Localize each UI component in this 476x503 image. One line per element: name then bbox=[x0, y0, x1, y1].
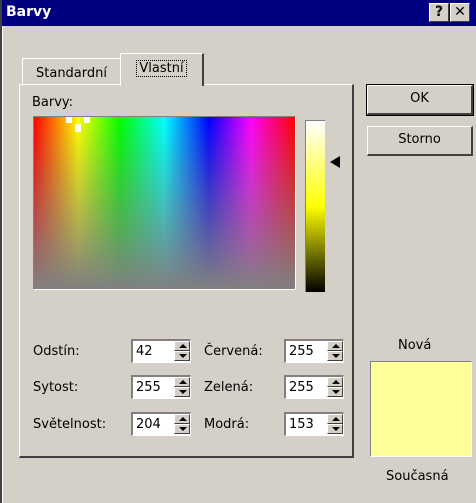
close-button[interactable]: ✕ bbox=[450, 3, 470, 22]
window-left-highlight bbox=[2, 26, 3, 503]
current-color-label: Současná bbox=[386, 469, 449, 484]
hue-up-button[interactable] bbox=[174, 341, 190, 351]
arrow-up-icon bbox=[179, 417, 187, 421]
red-up-button[interactable] bbox=[327, 341, 343, 351]
saturation-value[interactable]: 255 bbox=[136, 380, 161, 395]
blue-value[interactable]: 153 bbox=[289, 417, 314, 432]
ok-button[interactable]: OK bbox=[366, 84, 474, 116]
tab-standard-label: Standardní bbox=[36, 66, 107, 81]
blue-label: Modrá: bbox=[204, 417, 250, 432]
spectrum-crosshair-bottom bbox=[75, 124, 81, 132]
luminance-slider[interactable] bbox=[305, 120, 325, 292]
hue-value[interactable]: 42 bbox=[136, 344, 153, 359]
arrow-down-icon bbox=[332, 354, 340, 358]
arrow-down-icon bbox=[179, 390, 187, 394]
help-icon: ? bbox=[434, 4, 444, 20]
green-down-button[interactable] bbox=[327, 387, 343, 397]
hue-down-button[interactable] bbox=[174, 351, 190, 361]
color-preview-swatch bbox=[370, 361, 472, 457]
colors-label: Barvy: bbox=[32, 95, 74, 110]
blue-spinbox[interactable]: 153 bbox=[284, 412, 344, 436]
help-button[interactable]: ? bbox=[429, 3, 449, 22]
title-bar[interactable]: Barvy ? ✕ bbox=[2, 0, 476, 26]
saturation-down-button[interactable] bbox=[174, 387, 190, 397]
red-down-button[interactable] bbox=[327, 351, 343, 361]
saturation-up-button[interactable] bbox=[174, 377, 190, 387]
red-value[interactable]: 255 bbox=[289, 344, 314, 359]
saturation-label: Sytost: bbox=[33, 380, 79, 395]
arrow-up-icon bbox=[332, 380, 340, 384]
arrow-up-icon bbox=[179, 344, 187, 348]
red-label: Červená: bbox=[204, 344, 263, 359]
arrow-up-icon bbox=[179, 380, 187, 384]
luminance-down-button[interactable] bbox=[174, 424, 190, 434]
hue-spinbox[interactable]: 42 bbox=[131, 339, 191, 363]
color-dialog: Barvy ? ✕ Standardní Vlastní Barvy: Odst… bbox=[0, 0, 476, 503]
tab-custom[interactable]: Vlastní bbox=[120, 53, 204, 86]
arrow-down-icon bbox=[332, 427, 340, 431]
hue-label: Odstín: bbox=[33, 344, 80, 359]
green-up-button[interactable] bbox=[327, 377, 343, 387]
cancel-button[interactable]: Storno bbox=[367, 126, 473, 156]
tab-custom-label: Vlastní bbox=[136, 60, 187, 77]
new-color-label: Nová bbox=[398, 338, 432, 353]
green-value[interactable]: 255 bbox=[289, 380, 314, 395]
luminance-spinbox[interactable]: 204 bbox=[131, 412, 191, 436]
arrow-down-icon bbox=[179, 354, 187, 358]
blue-up-button[interactable] bbox=[327, 414, 343, 424]
arrow-up-icon bbox=[332, 344, 340, 348]
arrow-up-icon bbox=[332, 417, 340, 421]
spectrum-crosshair-right bbox=[84, 117, 90, 123]
luminance-up-button[interactable] bbox=[174, 414, 190, 424]
green-spinbox[interactable]: 255 bbox=[284, 375, 344, 399]
luminance-label: Světelnost: bbox=[33, 417, 107, 432]
blue-down-button[interactable] bbox=[327, 424, 343, 434]
tab-standard[interactable]: Standardní bbox=[22, 58, 122, 86]
red-spinbox[interactable]: 255 bbox=[284, 339, 344, 363]
arrow-down-icon bbox=[179, 427, 187, 431]
saturation-spinbox[interactable]: 255 bbox=[131, 375, 191, 399]
color-spectrum-picker[interactable] bbox=[33, 116, 296, 290]
window-title: Barvy bbox=[6, 4, 52, 20]
luminance-arrow-icon[interactable] bbox=[330, 156, 340, 168]
luminance-value[interactable]: 204 bbox=[136, 417, 161, 432]
arrow-down-icon bbox=[332, 390, 340, 394]
green-label: Zelená: bbox=[204, 380, 254, 395]
close-icon: ✕ bbox=[454, 4, 466, 20]
spectrum-crosshair-left bbox=[66, 117, 72, 123]
